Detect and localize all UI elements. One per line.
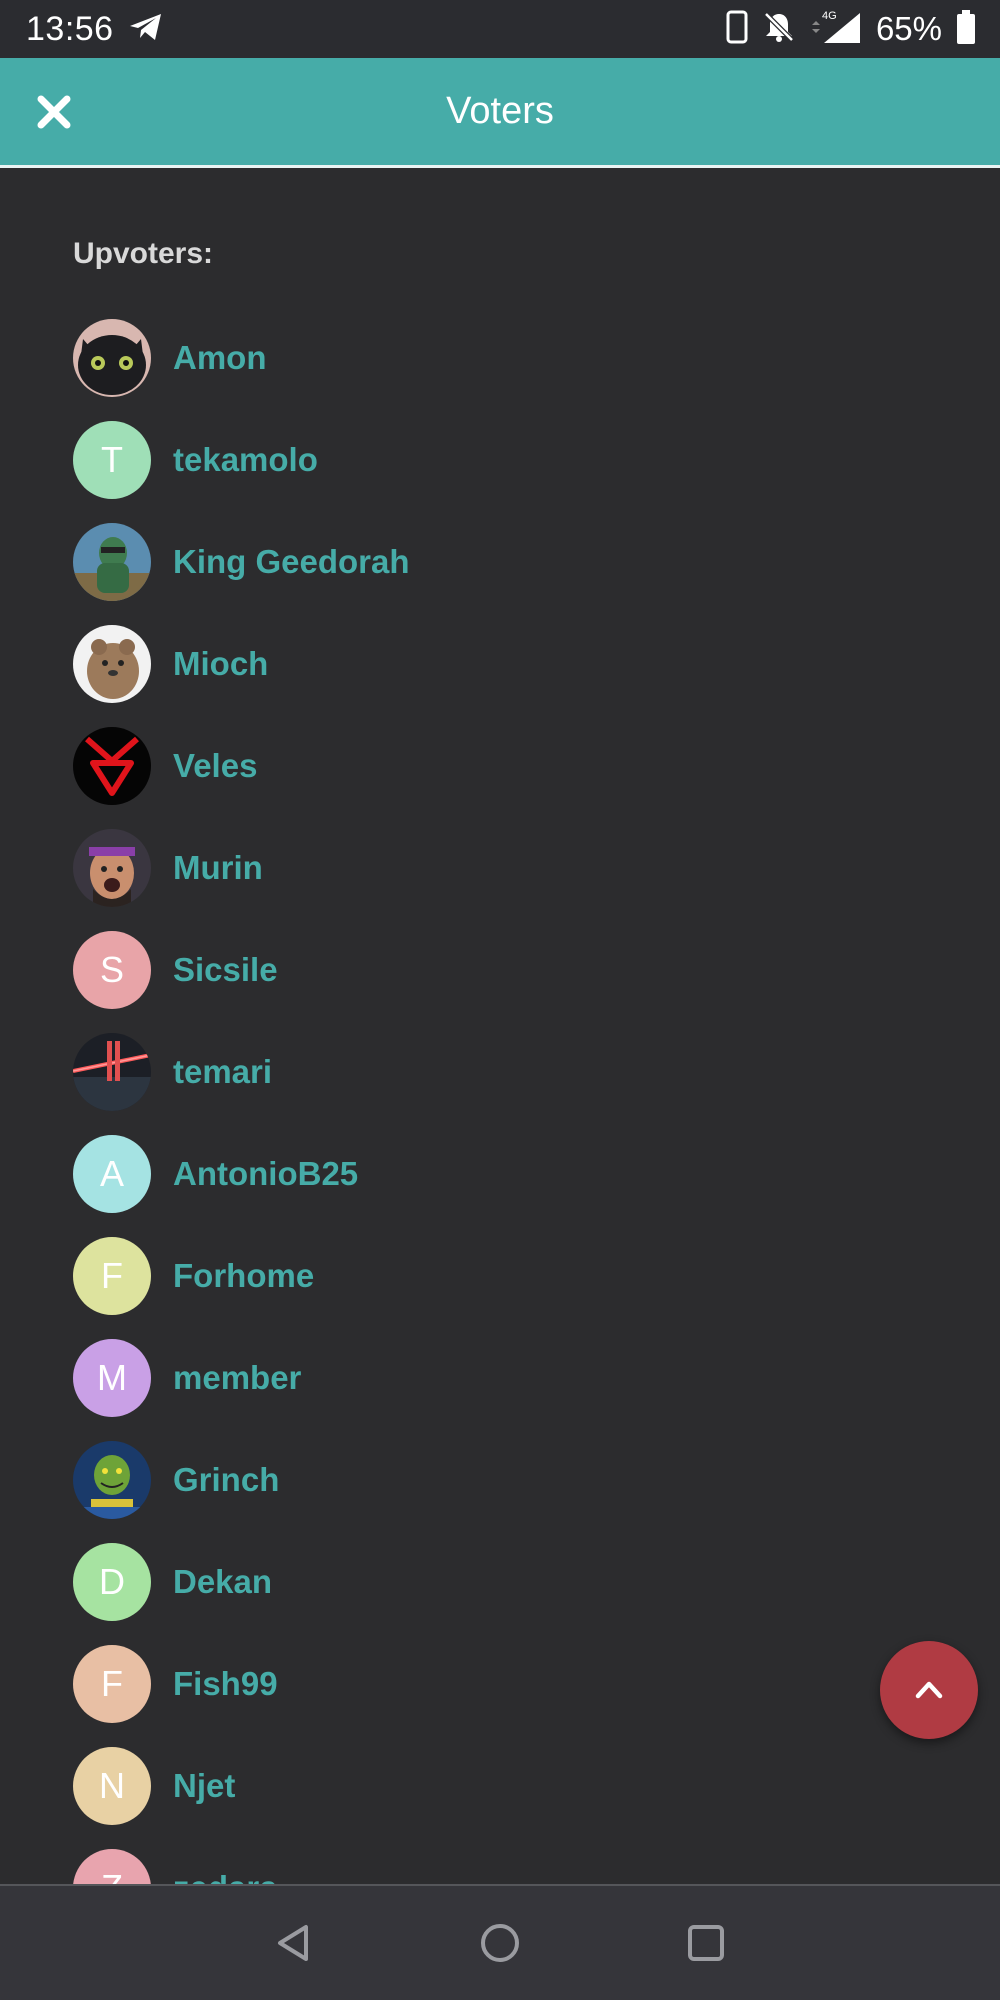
- close-icon: [37, 95, 71, 129]
- battery-icon: [956, 9, 976, 49]
- avatar-letter: D: [99, 1561, 125, 1602]
- voter-row[interactable]: Ttekamolo: [73, 409, 933, 511]
- telegram-icon: [128, 12, 164, 47]
- voter-name[interactable]: Amon: [173, 339, 267, 377]
- avatar[interactable]: A: [73, 1135, 151, 1213]
- avatar-image: [73, 625, 151, 703]
- avatar-letter: S: [99, 949, 124, 990]
- avatar-image: [73, 523, 151, 601]
- battery-percent: 65%: [875, 10, 942, 47]
- page-title: Voters: [446, 90, 554, 132]
- voter-row[interactable]: F Fish99: [73, 1633, 933, 1735]
- avatar[interactable]: [73, 829, 151, 907]
- avatar[interactable]: [73, 1033, 151, 1111]
- avatar-letter: F: [101, 1255, 123, 1296]
- network-label: 4G: [822, 10, 837, 22]
- recents-button[interactable]: [678, 1915, 734, 1971]
- chevron-up-icon: [915, 1681, 943, 1699]
- avatar[interactable]: [73, 625, 151, 703]
- avatar[interactable]: F: [73, 1645, 151, 1723]
- voter-row[interactable]: Grinch: [73, 1429, 933, 1531]
- avatar[interactable]: [73, 1441, 151, 1519]
- upvoters-label: Upvoters:: [73, 237, 214, 270]
- voter-name[interactable]: Veles: [173, 747, 257, 785]
- avatar[interactable]: N: [73, 1747, 151, 1825]
- voter-name[interactable]: Dekan: [173, 1563, 272, 1601]
- voter-name[interactable]: Fish99: [173, 1665, 278, 1703]
- voter-row[interactable]: Murin: [73, 817, 933, 919]
- voter-row[interactable]: King Geedorah: [73, 511, 933, 613]
- voter-name[interactable]: Mioch: [173, 645, 268, 683]
- status-bar-right: 4G 65%: [726, 9, 976, 50]
- status-bar-left: 13:56: [26, 10, 164, 49]
- voter-name[interactable]: Njet: [173, 1767, 235, 1805]
- avatar-image: [73, 727, 151, 805]
- status-time: 13:56: [26, 9, 114, 48]
- voter-name[interactable]: zedara: [173, 1869, 278, 1884]
- avatar[interactable]: [73, 727, 151, 805]
- avatar-letter: T: [101, 439, 123, 480]
- back-button[interactable]: [266, 1915, 322, 1971]
- scroll-to-top-button[interactable]: [880, 1641, 978, 1739]
- voter-row[interactable]: F Forhome: [73, 1225, 933, 1327]
- avatar-letter: N: [99, 1765, 125, 1806]
- voter-name[interactable]: temari: [173, 1053, 272, 1091]
- voter-row[interactable]: Mioch: [73, 613, 933, 715]
- avatar[interactable]: F: [73, 1237, 151, 1315]
- status-bar: 13:56 4G 65%: [0, 0, 1000, 58]
- recents-icon: [688, 1925, 724, 1961]
- voter-row[interactable]: N Njet: [73, 1735, 933, 1837]
- voter-name[interactable]: tekamolo: [173, 441, 318, 479]
- voter-name[interactable]: Grinch: [173, 1461, 279, 1499]
- voter-name[interactable]: Sicsile: [173, 951, 278, 989]
- avatar-letter: Z: [101, 1867, 123, 1884]
- upvoters-list: Amon Ttekamolo King Geedorah Mioch Veles Muri…: [73, 307, 933, 1884]
- voter-row[interactable]: D Dekan: [73, 1531, 933, 1633]
- avatar[interactable]: D: [73, 1543, 151, 1621]
- voter-name[interactable]: AntonioB25: [173, 1155, 358, 1193]
- avatar-image: [73, 1033, 151, 1111]
- voter-name[interactable]: Forhome: [173, 1257, 314, 1295]
- home-button[interactable]: [472, 1915, 528, 1971]
- voter-name[interactable]: Murin: [173, 849, 263, 887]
- avatar-letter: A: [99, 1153, 124, 1194]
- signal-icon: 4G: [810, 9, 862, 50]
- bell-muted-icon: [762, 10, 796, 49]
- close-button[interactable]: [26, 84, 82, 140]
- voter-row[interactable]: Mmember: [73, 1327, 933, 1429]
- avatar[interactable]: [73, 523, 151, 601]
- voter-row[interactable]: S Sicsile: [73, 919, 933, 1021]
- voters-content[interactable]: Upvoters: Amon Ttekamolo King Geedorah Mioc…: [0, 171, 1000, 1884]
- phone-icon: [726, 10, 748, 49]
- voter-row[interactable]: temari: [73, 1021, 933, 1123]
- system-nav-bar: [0, 1884, 1000, 2000]
- avatar[interactable]: Z: [73, 1849, 151, 1884]
- avatar-letter: M: [97, 1357, 127, 1398]
- voter-row[interactable]: A AntonioB25: [73, 1123, 933, 1225]
- voter-row[interactable]: Zzedara: [73, 1837, 933, 1884]
- voter-row[interactable]: Veles: [73, 715, 933, 817]
- avatar-image: [73, 829, 151, 907]
- voter-row[interactable]: Amon: [73, 307, 933, 409]
- avatar[interactable]: M: [73, 1339, 151, 1417]
- voter-name[interactable]: King Geedorah: [173, 543, 410, 581]
- avatar[interactable]: [73, 319, 151, 397]
- avatar-image: [73, 1441, 151, 1519]
- back-icon: [278, 1925, 308, 1961]
- home-icon: [481, 1924, 519, 1962]
- avatar[interactable]: S: [73, 931, 151, 1009]
- voter-name[interactable]: member: [173, 1359, 301, 1397]
- avatar-letter: F: [101, 1663, 123, 1704]
- app-bar: Voters: [0, 58, 1000, 168]
- avatar[interactable]: T: [73, 421, 151, 499]
- avatar-image: [73, 319, 151, 397]
